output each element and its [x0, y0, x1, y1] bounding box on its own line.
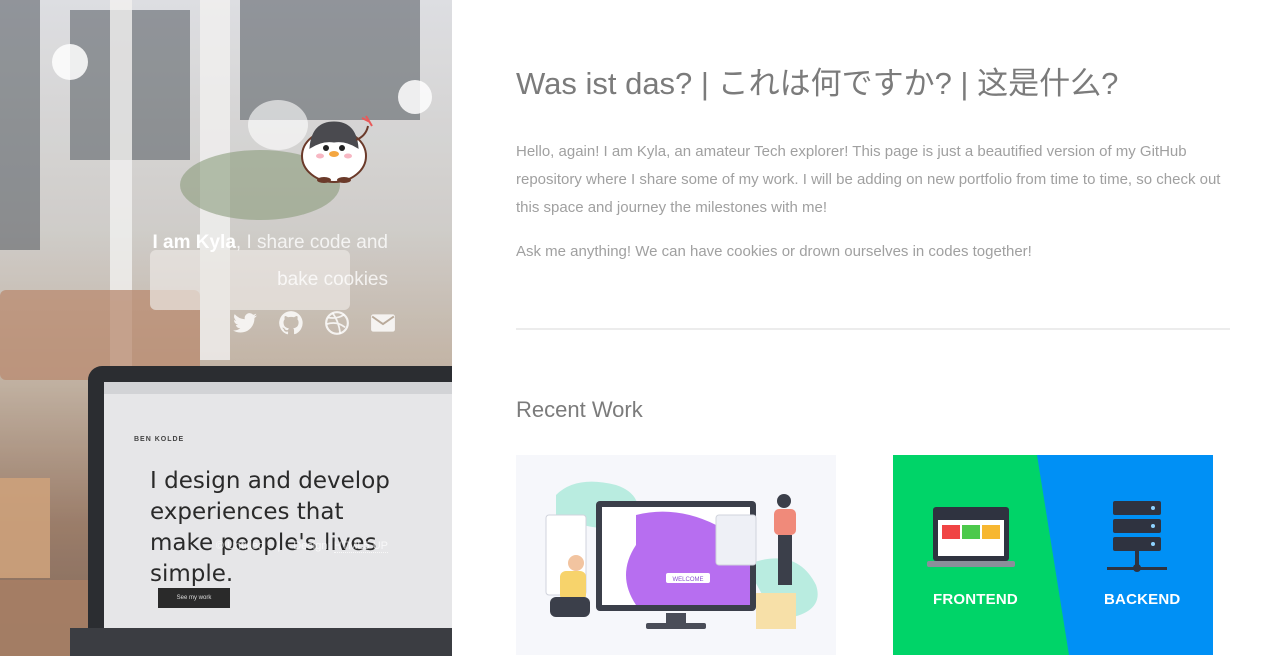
- ask-paragraph: Ask me anything! We can have cookies or …: [516, 243, 1032, 260]
- backend-label: BACKEND: [1104, 591, 1181, 608]
- laptop-keyboard: [70, 628, 452, 656]
- dribbble-icon[interactable]: [324, 310, 350, 336]
- screen-headline: I design and develop experiences that ma…: [150, 468, 390, 587]
- sidebar: BEN KOLDE I design and develop experienc…: [0, 0, 452, 656]
- work-card-fullstack[interactable]: FRONTEND BACKEND: [893, 455, 1213, 655]
- laptop-image: BEN KOLDE I design and develop experienc…: [88, 366, 452, 636]
- section-divider: [516, 328, 1230, 330]
- work-card-design[interactable]: WELCOME: [516, 455, 836, 655]
- page-title: Was ist das? | これは何ですか? | 这是什么?: [516, 66, 1119, 101]
- copyright-text: © Untitled: [215, 540, 265, 552]
- github-icon[interactable]: [278, 310, 304, 336]
- screen-logo: BEN KOLDE: [134, 436, 185, 443]
- main-content: Was ist das? | これは何ですか? | 这是什么? Hello, a…: [516, 0, 1230, 656]
- social-links: [232, 310, 396, 336]
- welcome-badge-text: WELCOME: [672, 577, 703, 583]
- browser-bar: [104, 382, 452, 394]
- footer-separator: |: [277, 540, 281, 552]
- frontend-label: FRONTEND: [933, 591, 1018, 608]
- recent-work-title: Recent Work: [516, 397, 643, 422]
- profile-tagline-text: , I share code and bake cookies: [235, 232, 388, 290]
- html5up-link[interactable]: HTML5 UP: [333, 540, 388, 553]
- intro-paragraph: Hello, again! I am Kyla, an amateur Tech…: [516, 143, 1221, 216]
- design-illustration-icon: WELCOME: [545, 481, 818, 629]
- screen-button: See my work: [158, 588, 230, 608]
- frontend-backend-graphic: [927, 455, 1213, 655]
- envelope-icon[interactable]: [370, 310, 396, 336]
- penguin-avatar-icon: [301, 115, 373, 183]
- twitter-icon[interactable]: [232, 310, 258, 336]
- footer-credits: © Untitled | Design: HTML5 UP: [215, 540, 388, 553]
- profile-tagline: I am Kyla, I share code and bake cookies: [128, 224, 388, 298]
- laptop-screen: BEN KOLDE I design and develop experienc…: [104, 382, 452, 636]
- profile-name: I am Kyla: [152, 232, 236, 253]
- design-credit-label: Design:: [293, 540, 334, 552]
